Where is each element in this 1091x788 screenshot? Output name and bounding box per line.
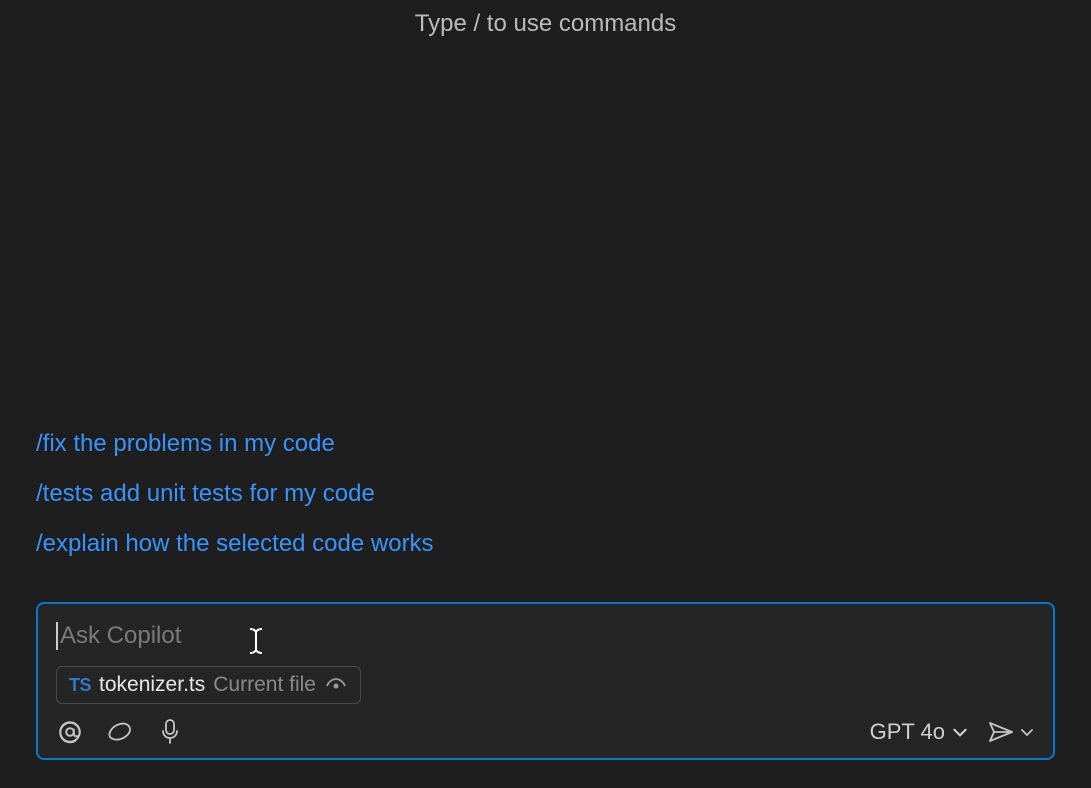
attachments-row: TS tokenizer.ts Current file bbox=[56, 666, 1035, 704]
text-caret bbox=[56, 622, 58, 650]
input-toolbar: GPT 4o bbox=[56, 718, 1035, 746]
attach-icon[interactable] bbox=[106, 718, 134, 746]
model-label: GPT 4o bbox=[870, 719, 945, 745]
ibeam-cursor-icon bbox=[246, 626, 266, 656]
suggestion-fix[interactable]: /fix the problems in my code bbox=[36, 430, 1055, 458]
commands-hint: Type / to use commands bbox=[0, 0, 1091, 38]
attachment-hint: Current file bbox=[213, 673, 316, 697]
eye-icon bbox=[324, 673, 348, 697]
mention-icon[interactable] bbox=[56, 718, 84, 746]
chat-input-container: Ask Copilot TS tokenizer.ts Current file bbox=[36, 602, 1055, 760]
send-icon bbox=[987, 719, 1015, 745]
chat-input-placeholder: Ask Copilot bbox=[60, 622, 181, 650]
typescript-badge-icon: TS bbox=[69, 675, 91, 696]
chevron-down-icon bbox=[951, 723, 969, 741]
toolbar-right: GPT 4o bbox=[870, 719, 1035, 745]
suggestion-tests[interactable]: /tests add unit tests for my code bbox=[36, 480, 1055, 508]
model-selector[interactable]: GPT 4o bbox=[870, 719, 969, 745]
microphone-icon[interactable] bbox=[156, 718, 184, 746]
chevron-down-icon bbox=[1019, 724, 1035, 740]
file-attachment-chip[interactable]: TS tokenizer.ts Current file bbox=[56, 666, 361, 704]
send-button[interactable] bbox=[987, 719, 1035, 745]
chat-input[interactable]: Ask Copilot bbox=[56, 618, 1035, 654]
suggestion-explain[interactable]: /explain how the selected code works bbox=[36, 530, 1055, 558]
suggestions-list: /fix the problems in my code /tests add … bbox=[36, 430, 1055, 558]
attachment-filename: tokenizer.ts bbox=[99, 673, 205, 697]
toolbar-left bbox=[56, 718, 184, 746]
